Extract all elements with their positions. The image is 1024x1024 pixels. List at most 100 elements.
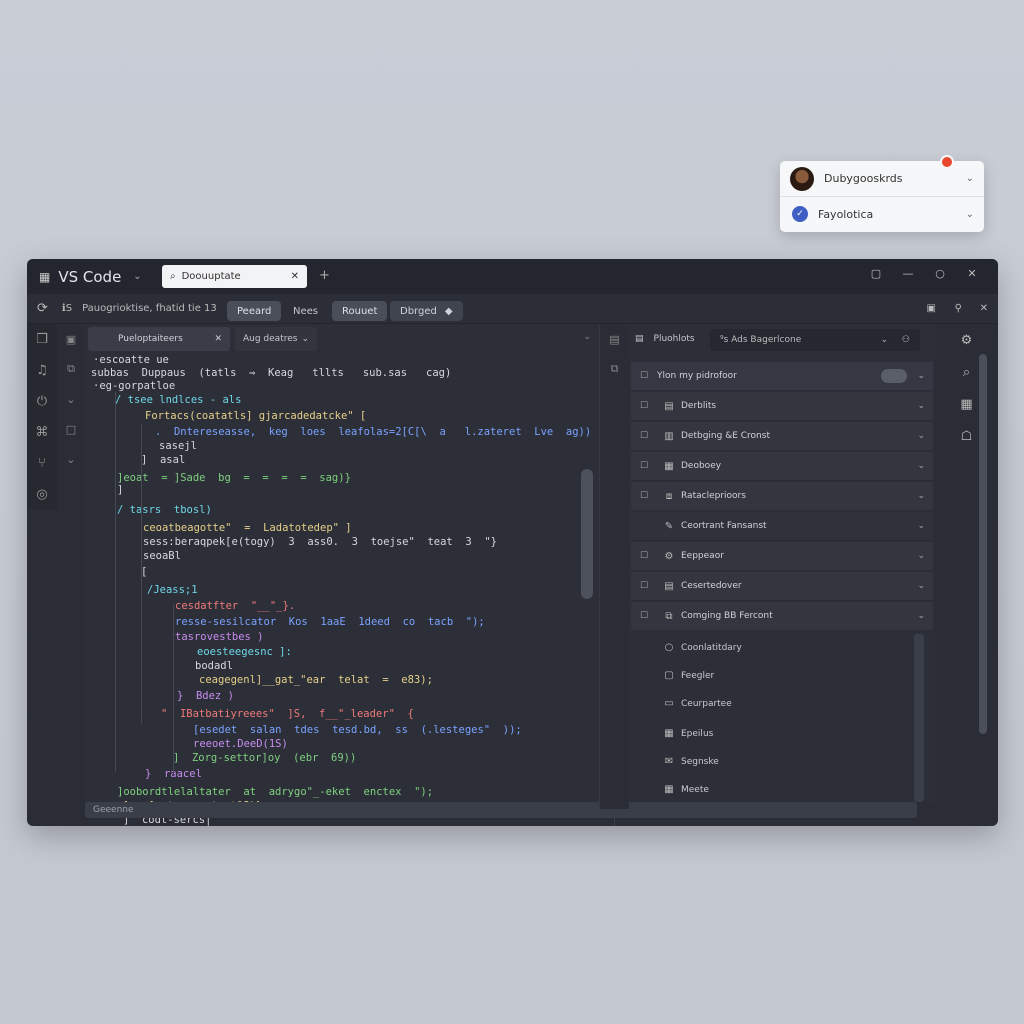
chevron-down-icon[interactable]: ⌄	[301, 334, 309, 344]
close-tab-icon[interactable]: ✕	[291, 271, 299, 282]
search-icon[interactable]: ⌕	[935, 356, 998, 388]
code-line[interactable]: ] Zorg-settor]oy (ebr 69))	[173, 752, 356, 764]
panel-sub-item[interactable]: ▭ Ceurpartee	[657, 690, 917, 717]
code-line[interactable]: ·eg-gorpatloe	[93, 380, 175, 392]
code-line[interactable]: /Jeass;1	[147, 584, 198, 596]
code-line[interactable]: cesdatfter "__"_}.	[175, 600, 295, 612]
chevron-down-icon[interactable]: ⌄	[966, 209, 974, 220]
split-icon[interactable]: ⧉	[600, 354, 629, 384]
editor-tab-1[interactable]: Pueloptaiteers ✕	[88, 327, 230, 351]
grid-icon[interactable]: ▦	[39, 270, 50, 284]
robot-icon[interactable]: ☖	[935, 420, 998, 452]
code-line[interactable]: " IBatbatiyreees" ]S, f__"_leader" {	[161, 708, 414, 720]
code-line[interactable]: Fortacs(coatatls] gjarcadedatcke" [	[145, 410, 366, 422]
panel-section[interactable]: ☐ ▦ Deoboey ⌄	[631, 452, 933, 481]
panel-section[interactable]: ☐ ▤ Cesertedover ⌄	[631, 572, 933, 601]
chevron-down-icon[interactable]: ⌄	[880, 335, 888, 345]
code-line[interactable]: ceoatbeagotte" = Ladatotedep" ]	[143, 522, 352, 534]
checkbox-icon[interactable]: ☐	[631, 401, 657, 411]
code-line[interactable]: ] asal	[141, 454, 185, 466]
chevron-down-icon[interactable]: ⌄	[917, 371, 925, 381]
bookmark-icon[interactable]: □	[57, 414, 85, 444]
checkbox-icon[interactable]: ☐	[631, 551, 657, 561]
code-line[interactable]: ·escoatte ue	[93, 354, 169, 366]
panel-section[interactable]: ☐ ⧈ Ratacleprioors ⌄	[631, 482, 933, 511]
panel-sub-item[interactable]: ○ Coonlatitdary	[657, 634, 917, 661]
code-line[interactable]: . Dntereseasse, keg loes leafolas=2[C[\ …	[155, 426, 591, 438]
checkbox-icon[interactable]: ☐	[631, 461, 657, 471]
chevron-down-icon[interactable]: ⌄	[917, 461, 925, 471]
collapse-icon[interactable]: ⌄	[57, 384, 85, 414]
code-line[interactable]: bodadl	[195, 660, 233, 672]
panel-sub-item[interactable]: ✉ Segnske	[657, 748, 917, 775]
chevron-down-icon[interactable]: ⌄	[917, 611, 925, 621]
new-tab-icon[interactable]: +	[319, 268, 330, 283]
checkbox-icon[interactable]: ☐	[631, 431, 657, 441]
extensions-icon[interactable]: ⌘	[27, 417, 57, 448]
code-line[interactable]: subbas Duppaus (tatls ⇒ Keag tllts sub.s…	[91, 367, 451, 379]
panel-sub-item[interactable]: ▢ Feegler	[657, 662, 917, 689]
code-line[interactable]: seoaBl	[143, 550, 181, 562]
maximize-icon[interactable]: ○	[924, 267, 956, 280]
editor-tab-2[interactable]: Aug deatres ⌄	[235, 327, 317, 351]
close-window-icon[interactable]: ✕	[956, 267, 988, 280]
code-line[interactable]: ]eoat = ]Sade bg = = = = sag)}	[117, 472, 351, 484]
layout-icon[interactable]: ▢	[860, 267, 892, 280]
chevron-down-icon[interactable]: ⌄	[917, 551, 925, 561]
code-line[interactable]: tasrovestbes )	[175, 631, 264, 643]
panel-sub-item[interactable]: ▦ Meete	[657, 776, 917, 803]
pill-dbrged[interactable]: Dbrged ◆	[390, 301, 463, 321]
chevron-down-icon[interactable]: ⌄	[583, 332, 591, 342]
chevron-down-icon[interactable]: ⌄	[57, 444, 85, 474]
code-editor[interactable]: Pueloptaiteers ✕ Aug deatres ⌄ ⌄ ·escoat…	[85, 324, 615, 826]
source-control-icon[interactable]: ⑂	[27, 448, 57, 479]
code-line[interactable]: sess:beraqpek[e(togy) 3 ass0. 3 toejse" …	[143, 536, 497, 548]
code-line[interactable]: reeoet.DeeD(1S)	[193, 738, 288, 750]
copy-icon[interactable]: ⧉	[57, 354, 85, 384]
music-icon[interactable]: ♫	[27, 355, 57, 386]
explorer-icon[interactable]: ❐	[27, 324, 57, 355]
checkbox-icon[interactable]: ☐	[631, 611, 657, 621]
code-line[interactable]: eoesteegesnc ]:	[197, 646, 292, 658]
chevron-down-icon[interactable]: ⌄	[917, 491, 925, 501]
code-line[interactable]: ]	[117, 484, 123, 496]
account-row-user[interactable]: Dubygooskrds ⌄	[780, 161, 984, 196]
account-icon[interactable]: ◎	[27, 479, 57, 510]
chevron-down-icon[interactable]: ⌄	[133, 271, 141, 282]
split-editor-icon[interactable]: ▣	[927, 303, 936, 314]
close-icon[interactable]: ✕	[214, 334, 222, 344]
user-icon[interactable]: ⚇	[902, 335, 910, 345]
panel-section[interactable]: ☐ ⚙ Eeppeaor ⌄	[631, 542, 933, 571]
pill-nees[interactable]: Nees	[283, 301, 328, 321]
panel-section[interactable]: ☐ ⧉ Comging BB Fercont ⌄	[631, 602, 933, 631]
close-icon[interactable]: ◆	[445, 306, 453, 317]
code-line[interactable]: ]oobordtlelaltater at adrygo"_-eket enct…	[117, 786, 433, 798]
code-line[interactable]: ceagegenl]__gat_"ear telat = e83);	[199, 674, 433, 686]
code-line[interactable]: sasejl	[159, 440, 197, 452]
code-line[interactable]: [esedet salan tdes tesd.bd, ss (.lestege…	[193, 724, 522, 736]
grid-icon[interactable]: ▦	[935, 388, 998, 420]
right-scrollbar[interactable]	[979, 354, 987, 734]
code-line[interactable]: / tsee lndlces - als	[115, 394, 241, 406]
panel-section[interactable]: ✎ Ceortrant Fansanst ⌄	[631, 512, 933, 541]
pill-peeard[interactable]: Peeard	[227, 301, 282, 321]
chevron-down-icon[interactable]: ⌄	[917, 431, 925, 441]
chevron-down-icon[interactable]: ⌄	[966, 173, 974, 184]
toggle-switch[interactable]	[881, 369, 907, 383]
pill-rouuet[interactable]: Rouuet	[332, 301, 388, 321]
panel-section[interactable]: ☐ ▤ Derblits ⌄	[631, 392, 933, 421]
pin-icon[interactable]: ⚲	[955, 303, 962, 314]
code-line[interactable]: } Bdez )	[177, 690, 234, 702]
panel-top-row[interactable]: ☐ Ylon my pidrofoor ⌄	[631, 362, 933, 391]
minimize-icon[interactable]: —	[892, 267, 924, 280]
checkbox-icon[interactable]: ☐	[631, 581, 657, 591]
account-row-workspace[interactable]: ✓ Fayolotica ⌄	[780, 196, 984, 231]
checkbox-icon[interactable]: ☐	[631, 491, 657, 501]
power-icon[interactable]: ⏻	[27, 386, 57, 417]
chevron-down-icon[interactable]: ⌄	[917, 401, 925, 411]
editor-scrollbar[interactable]	[581, 469, 593, 599]
code-line[interactable]: resse-sesilcator Kos 1aaE 1deed co tacb …	[175, 616, 485, 628]
code-line[interactable]: / tasrs tbosl)	[117, 504, 212, 516]
refresh-icon[interactable]: ⟳	[37, 301, 48, 316]
panel-sub-item[interactable]: ▦ Epeilus	[657, 720, 917, 747]
